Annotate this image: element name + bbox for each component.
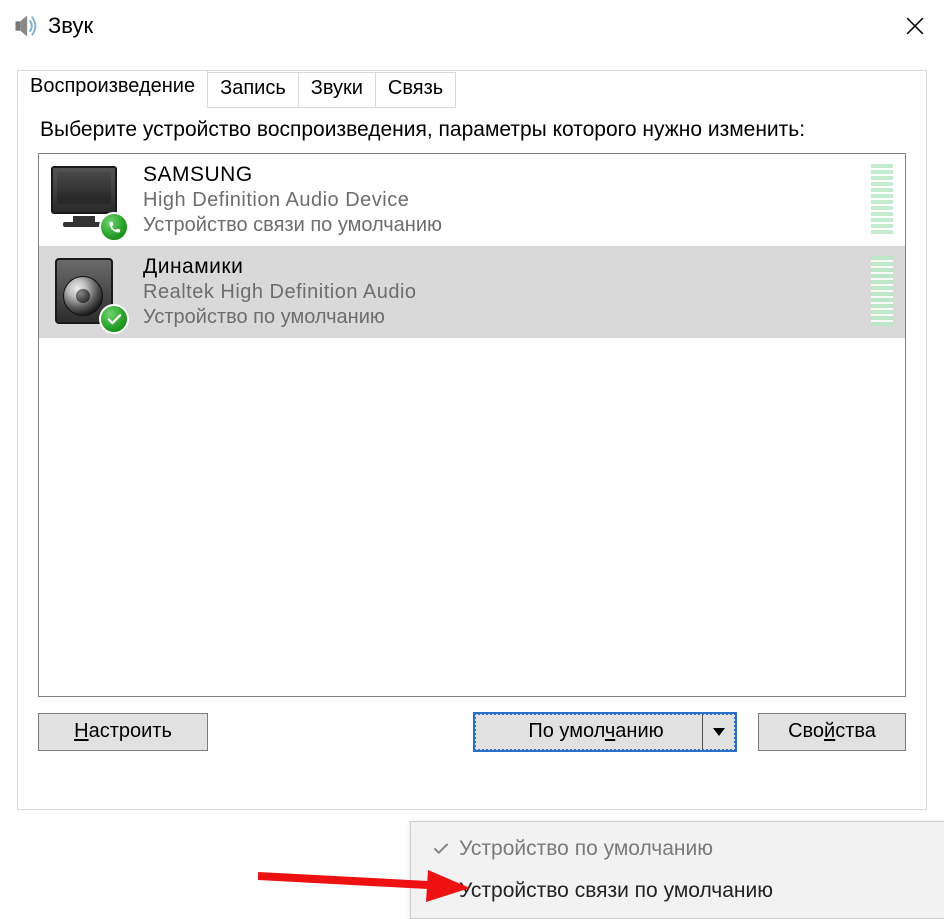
- device-name: SAMSUNG: [143, 162, 442, 188]
- level-meter: [871, 256, 893, 326]
- tab-recording[interactable]: Запись: [207, 72, 299, 108]
- close-button[interactable]: [886, 0, 944, 52]
- device-subtitle: High Definition Audio Device: [143, 188, 442, 213]
- tab-strip: Воспроизведение Запись Звуки Связь: [17, 70, 456, 106]
- button-label: Свойства: [788, 720, 876, 743]
- dropdown-arrow-icon[interactable]: [702, 715, 734, 749]
- titlebar: Звук: [0, 0, 944, 52]
- device-status: Устройство связи по умолчанию: [143, 213, 442, 238]
- device-text: Динамики Realtek High Definition Audio У…: [143, 254, 417, 330]
- instruction-text: Выберите устройство воспроизведения, пар…: [40, 117, 906, 143]
- set-default-button[interactable]: По умолчанию: [474, 713, 736, 751]
- device-name: Динамики: [143, 254, 417, 280]
- device-status: Устройство по умолчанию: [143, 305, 417, 330]
- tab-sounds[interactable]: Звуки: [298, 72, 376, 108]
- close-icon: [906, 17, 924, 35]
- properties-button[interactable]: Свойства: [758, 713, 906, 751]
- menu-item-default-comm-device[interactable]: Устройство связи по умолчанию: [411, 870, 944, 912]
- device-subtitle: Realtek High Definition Audio: [143, 280, 417, 305]
- tab-content: Выберите устройство воспроизведения, пар…: [18, 71, 926, 767]
- menu-item-label: Устройство связи по умолчанию: [459, 879, 773, 903]
- window-title: Звук: [48, 13, 93, 39]
- check-icon: [423, 840, 459, 858]
- tab-label: Звуки: [311, 77, 363, 99]
- button-label: Настроить: [74, 720, 172, 743]
- monitor-icon: [47, 162, 127, 238]
- tab-label: Воспроизведение: [30, 75, 195, 97]
- device-item-speakers[interactable]: Динамики Realtek High Definition Audio У…: [39, 246, 905, 338]
- button-label: По умолчанию: [528, 720, 663, 743]
- dialog-body: Воспроизведение Запись Звуки Связь Выбер…: [17, 70, 927, 810]
- speaker-icon: [47, 254, 127, 330]
- tab-label: Запись: [220, 77, 286, 99]
- device-item-samsung[interactable]: SAMSUNG High Definition Audio Device Уст…: [39, 154, 905, 246]
- device-list[interactable]: SAMSUNG High Definition Audio Device Уст…: [38, 153, 906, 697]
- sound-icon: [12, 12, 40, 40]
- menu-item-default-device[interactable]: Устройство по умолчанию: [411, 828, 944, 870]
- tab-playback[interactable]: Воспроизведение: [17, 70, 208, 106]
- device-text: SAMSUNG High Definition Audio Device Уст…: [143, 162, 442, 238]
- default-dropdown-menu: Устройство по умолчанию Устройство связи…: [410, 821, 944, 919]
- tab-label: Связь: [388, 77, 443, 99]
- tab-communications[interactable]: Связь: [375, 72, 456, 108]
- menu-item-label: Устройство по умолчанию: [459, 837, 713, 861]
- default-comm-badge-icon: [99, 212, 129, 242]
- button-row: Настроить По умолчанию Свойства: [38, 713, 906, 751]
- default-device-badge-icon: [99, 304, 129, 334]
- level-meter: [871, 164, 893, 234]
- configure-button[interactable]: Настроить: [38, 713, 208, 751]
